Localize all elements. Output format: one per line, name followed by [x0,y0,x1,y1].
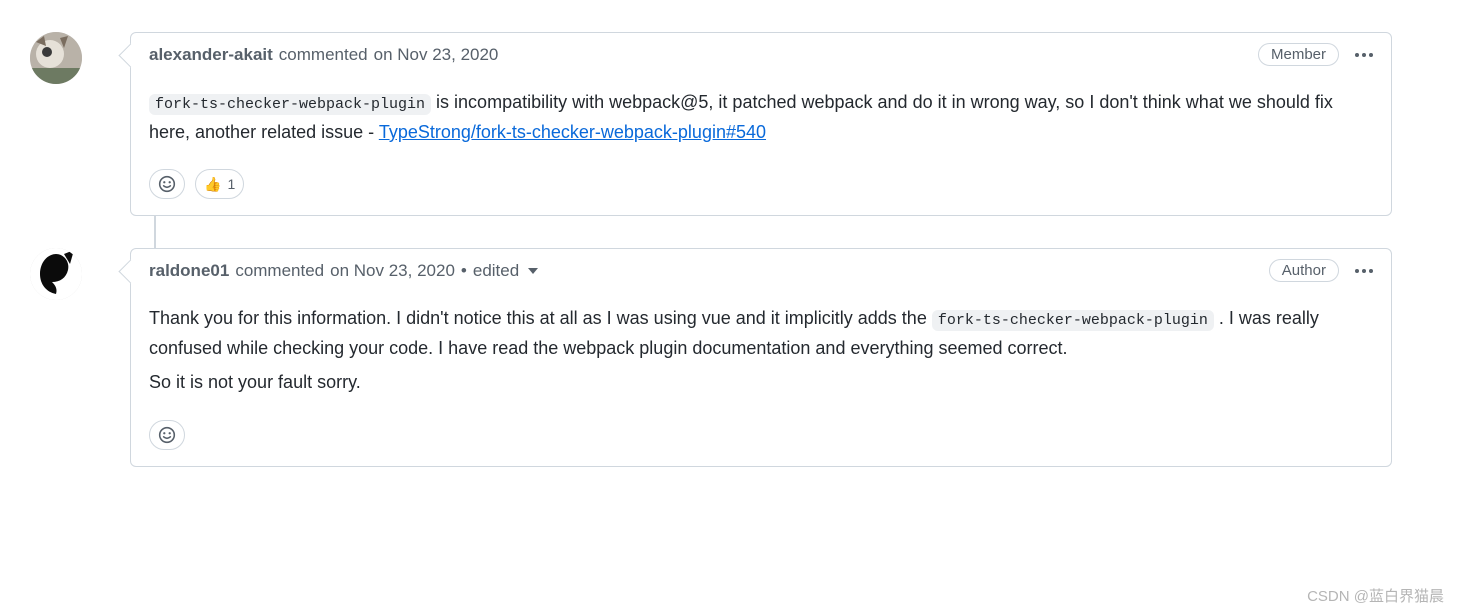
edited-label: edited [473,261,519,280]
comment-date-link[interactable]: on Nov 23, 2020 [330,261,455,281]
inline-code: fork-ts-checker-webpack-plugin [932,310,1214,331]
meta-separator: • [461,261,467,281]
body-text: So it is not your fault sorry. [149,368,1373,398]
issue-link[interactable]: TypeStrong/fork-ts-checker-webpack-plugi… [379,122,766,142]
kebab-menu-icon[interactable] [1355,269,1373,273]
role-badge: Member [1258,43,1339,66]
reactions-bar: 👍 1 [131,169,1391,215]
kebab-menu-icon[interactable] [1355,53,1373,57]
reaction-thumbs-up[interactable]: 👍 1 [195,169,244,199]
comment-author-link[interactable]: alexander-akait [149,45,273,65]
comment-header: alexander-akait commented on Nov 23, 202… [131,33,1391,76]
inline-code: fork-ts-checker-webpack-plugin [149,94,431,115]
smiley-icon [158,175,176,193]
comment-item: raldone01 commented on Nov 23, 2020 • ed… [130,248,1392,466]
body-text: Thank you for this information. I didn't… [149,308,932,328]
thumbs-up-icon: 👍 [204,176,221,193]
edited-indicator[interactable]: edited [473,261,538,281]
commented-label: commented [279,45,368,65]
avatar[interactable] [30,32,82,84]
add-reaction-button[interactable] [149,169,185,199]
add-reaction-button[interactable] [149,420,185,450]
smiley-icon [158,426,176,444]
comment-box: raldone01 commented on Nov 23, 2020 • ed… [130,248,1392,466]
comment-body: fork-ts-checker-webpack-plugin is incomp… [131,76,1391,169]
comment-date-link[interactable]: on Nov 23, 2020 [374,45,499,65]
comment-box: alexander-akait commented on Nov 23, 202… [130,32,1392,216]
reactions-bar [131,420,1391,466]
avatar[interactable] [30,248,82,300]
watermark: CSDN @蓝白界猫晨 [1307,585,1444,606]
role-badge: Author [1269,259,1339,282]
chevron-down-icon [528,268,538,274]
reaction-count: 1 [227,176,235,192]
comment-author-link[interactable]: raldone01 [149,261,229,281]
comment-body: Thank you for this information. I didn't… [131,292,1391,419]
comment-item: alexander-akait commented on Nov 23, 202… [130,32,1392,216]
comment-header: raldone01 commented on Nov 23, 2020 • ed… [131,249,1391,292]
commented-label: commented [235,261,324,281]
